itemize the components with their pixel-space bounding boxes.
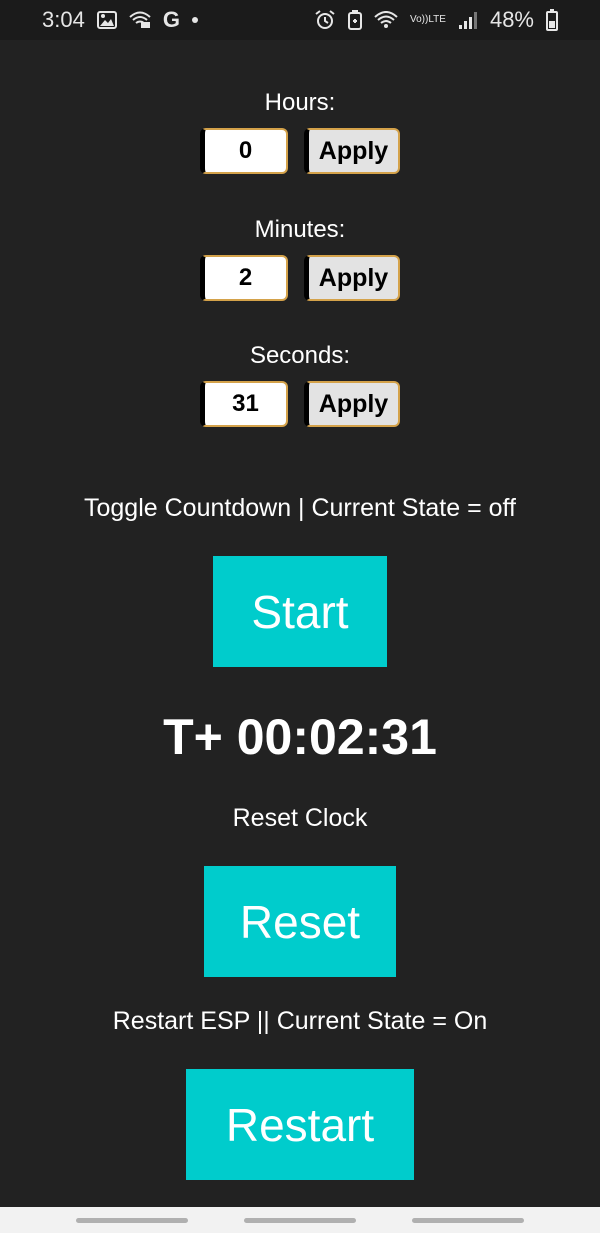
battery-percent: 48% bbox=[489, 7, 534, 32]
nav-home-button[interactable] bbox=[244, 1217, 356, 1223]
minutes-group: Minutes: Apply bbox=[0, 215, 600, 301]
seconds-row: Apply bbox=[200, 381, 400, 427]
image-icon bbox=[96, 11, 117, 29]
seconds-apply-button[interactable]: Apply bbox=[304, 381, 400, 427]
hours-group: Hours: Apply bbox=[0, 88, 600, 174]
reset-button[interactable]: Reset bbox=[204, 866, 396, 977]
alarm-icon bbox=[314, 10, 336, 30]
navigation-bar bbox=[0, 1207, 600, 1233]
hours-input[interactable] bbox=[200, 128, 288, 174]
toggle-countdown-text: Toggle Countdown | Current State = off bbox=[84, 494, 516, 522]
hours-apply-button[interactable]: Apply bbox=[304, 128, 400, 174]
notification-dot bbox=[191, 17, 198, 23]
minutes-row: Apply bbox=[200, 255, 400, 301]
status-bar-right: Vo)) LTE 48% bbox=[314, 7, 558, 33]
volte-lte-icon: Vo)) LTE bbox=[410, 15, 446, 25]
volte-top-label: Vo)) bbox=[410, 14, 429, 25]
restart-esp-text: Restart ESP || Current State = On bbox=[112, 1007, 488, 1035]
seconds-input[interactable] bbox=[200, 381, 288, 427]
seconds-group: Seconds: Apply bbox=[0, 341, 600, 427]
google-icon: G bbox=[162, 7, 180, 32]
status-bar: 3:04 G Vo)) LTE 48% bbox=[0, 0, 600, 40]
reset-clock-text: Reset Clock bbox=[232, 804, 368, 832]
hours-label: Hours: bbox=[264, 89, 336, 116]
battery-icon bbox=[546, 9, 558, 31]
minutes-apply-button[interactable]: Apply bbox=[304, 255, 400, 301]
minutes-label: Minutes: bbox=[254, 216, 346, 243]
timer-display: T+ 00:02:31 bbox=[163, 709, 437, 765]
volte-bottom-label: LTE bbox=[428, 14, 446, 25]
signal-icon bbox=[458, 11, 478, 29]
nav-back-button[interactable] bbox=[412, 1217, 524, 1223]
hours-row: Apply bbox=[200, 128, 400, 174]
start-button[interactable]: Start bbox=[213, 556, 387, 667]
clock-time: 3:04 bbox=[42, 7, 85, 32]
minutes-input[interactable] bbox=[200, 255, 288, 301]
status-bar-left: 3:04 G bbox=[42, 7, 198, 33]
battery-saver-icon bbox=[348, 10, 362, 30]
seconds-label: Seconds: bbox=[249, 342, 351, 369]
restart-button[interactable]: Restart bbox=[186, 1069, 414, 1180]
wifi-icon bbox=[374, 11, 398, 29]
cast-icon bbox=[129, 11, 151, 29]
nav-recents-button[interactable] bbox=[76, 1217, 188, 1223]
